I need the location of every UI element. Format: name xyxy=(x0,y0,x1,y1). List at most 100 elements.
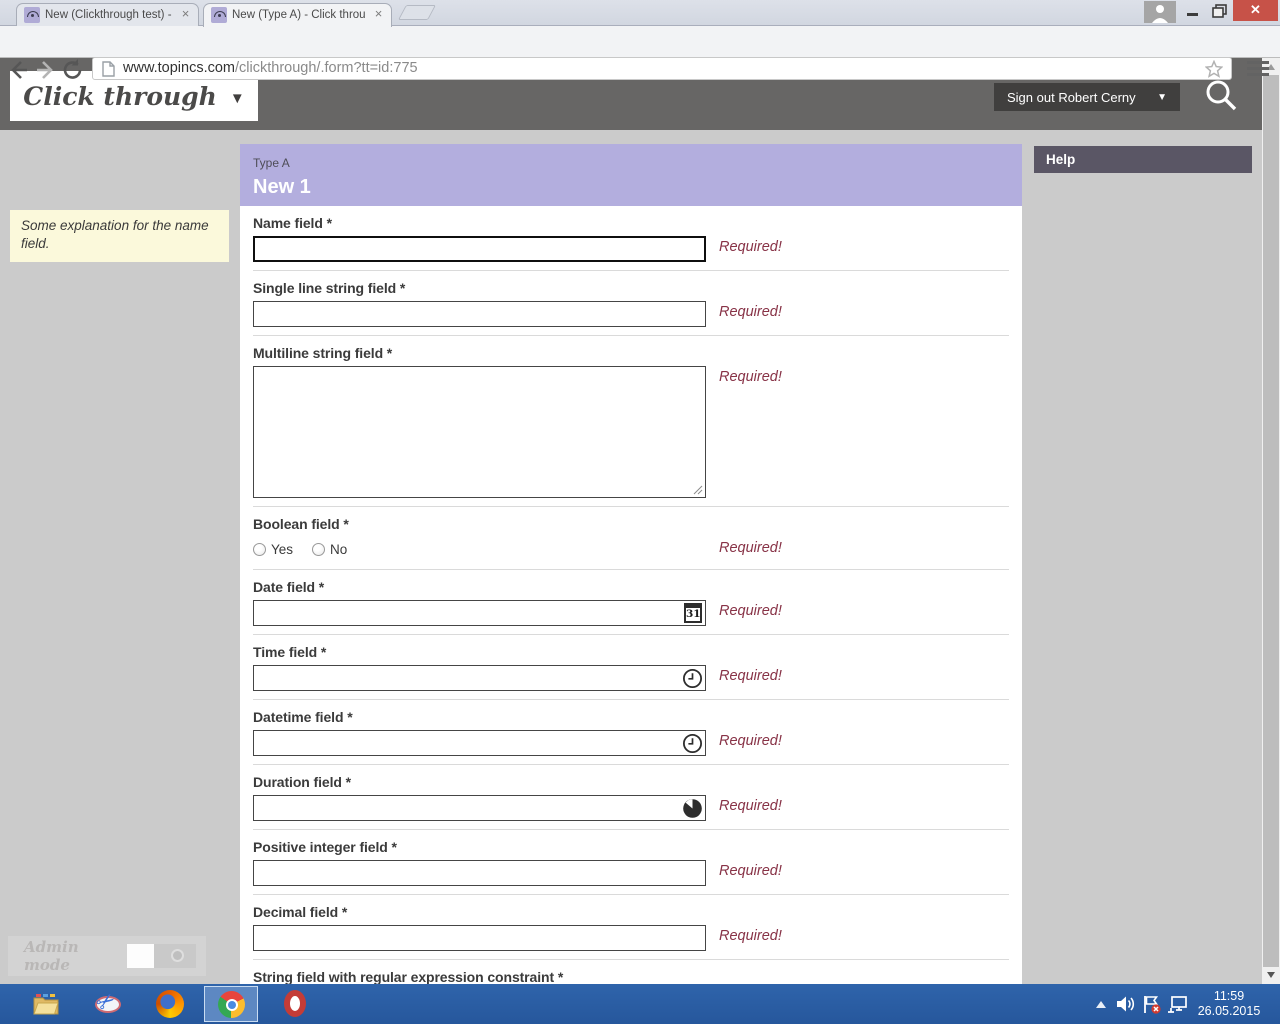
clock-icon[interactable] xyxy=(682,733,703,754)
field-row-positive-integer: Positive integer field * Required! xyxy=(253,830,1009,895)
topincs-favicon xyxy=(24,7,40,23)
forward-icon xyxy=(37,61,53,79)
field-label: Single line string field * xyxy=(253,280,406,296)
field-row-date: Date field * 31 Required! xyxy=(253,570,1009,635)
required-message: Required! xyxy=(719,798,782,814)
forward-button[interactable] xyxy=(33,58,57,82)
chevron-down-icon: ▼ xyxy=(229,89,245,107)
required-message: Required! xyxy=(719,304,782,320)
required-message: Required! xyxy=(719,239,782,255)
time-field-input[interactable] xyxy=(253,665,706,691)
new-tab-button[interactable] xyxy=(398,5,436,20)
name-field-input[interactable] xyxy=(253,236,706,262)
sign-out-button[interactable]: Sign out Robert Cerny ▼ xyxy=(994,83,1180,111)
toggle-knob-icon xyxy=(171,949,184,962)
field-row-multiline-string: Multiline string field * Required! xyxy=(253,336,1009,507)
url-path: /clickthrough/.form?tt=id:775 xyxy=(235,60,418,76)
admin-mode-toggle[interactable] xyxy=(127,944,196,968)
datetime-field-input[interactable] xyxy=(253,730,706,756)
field-label: Boolean field * xyxy=(253,516,349,532)
chrome-taskbar-button-active[interactable] xyxy=(204,986,258,1022)
profile-avatar-button[interactable] xyxy=(1144,1,1176,23)
admin-mode-label: Admin mode xyxy=(24,938,79,974)
taskbar-clock[interactable]: 11:59 26.05.2015 xyxy=(1186,989,1272,1019)
duration-pie-icon[interactable] xyxy=(682,798,703,819)
vertical-scrollbar[interactable] xyxy=(1262,58,1280,984)
field-label: Time field * xyxy=(253,644,327,660)
person-icon xyxy=(1152,5,1168,23)
bookmark-star-icon[interactable] xyxy=(1205,60,1223,78)
browser-toolbar: www.topincs.com/clickthrough/.form?tt=id… xyxy=(0,26,1280,80)
radio-option-yes[interactable]: Yes xyxy=(253,542,293,557)
required-message: Required! xyxy=(719,733,782,749)
form-header: Type A New 1 xyxy=(240,144,1022,206)
date-field-input[interactable] xyxy=(253,600,706,626)
required-message: Required! xyxy=(719,928,782,944)
field-row-boolean: Boolean field * Yes No Required! xyxy=(253,507,1009,570)
radio-option-no[interactable]: No xyxy=(312,542,347,557)
field-row-single-line-string: Single line string field * Required! xyxy=(253,271,1009,336)
required-message: Required! xyxy=(719,668,782,684)
field-label: Positive integer field * xyxy=(253,839,397,855)
firefox-icon[interactable] xyxy=(156,990,184,1018)
back-icon xyxy=(11,61,27,79)
field-label: Name field * xyxy=(253,215,332,231)
field-row-datetime: Datetime field * Required! xyxy=(253,700,1009,765)
minimize-button[interactable] xyxy=(1180,0,1206,21)
required-message: Required! xyxy=(719,863,782,879)
decimal-field-input[interactable] xyxy=(253,925,706,951)
tab-title: New (Clickthrough test) - xyxy=(45,9,172,21)
clock-icon[interactable] xyxy=(682,668,703,689)
windows-taskbar: ✂ 11:59 26.05.2015 xyxy=(0,984,1280,1024)
form-title: New 1 xyxy=(253,176,311,198)
positive-integer-input[interactable] xyxy=(253,860,706,886)
tab-close-icon[interactable]: × xyxy=(371,7,386,22)
network-icon[interactable] xyxy=(1166,995,1188,1014)
file-explorer-icon[interactable] xyxy=(32,990,60,1018)
resize-grip-icon[interactable] xyxy=(693,485,703,495)
field-label: Date field * xyxy=(253,579,325,595)
tab-title: New (Type A) - Click throu xyxy=(232,9,366,21)
field-row-decimal: Decimal field * Required! xyxy=(253,895,1009,960)
radio-button-icon[interactable] xyxy=(253,542,266,556)
field-label: String field with regular expression con… xyxy=(253,969,564,984)
tray-show-hidden-icons[interactable] xyxy=(1096,1001,1106,1008)
form-panel: Type A New 1 Name field * Required! Sing… xyxy=(240,144,1022,984)
restore-button[interactable] xyxy=(1206,0,1233,21)
single-line-string-input[interactable] xyxy=(253,301,706,327)
multiline-string-textarea[interactable] xyxy=(253,366,706,498)
calendar-icon[interactable]: 31 xyxy=(684,603,702,623)
minimize-icon xyxy=(1187,13,1198,16)
tab-type-a-active[interactable]: New (Type A) - Click throu × xyxy=(203,3,392,27)
admin-mode-control: Admin mode xyxy=(8,936,206,976)
opera-icon[interactable] xyxy=(281,990,309,1018)
reload-button[interactable] xyxy=(61,58,85,82)
address-bar[interactable]: www.topincs.com/clickthrough/.form?tt=id… xyxy=(92,57,1232,80)
back-button[interactable] xyxy=(7,58,31,82)
close-button[interactable]: ✕ xyxy=(1233,0,1278,21)
field-label: Decimal field * xyxy=(253,904,348,920)
help-header[interactable]: Help xyxy=(1034,146,1252,173)
field-label: Duration field * xyxy=(253,774,351,790)
volume-icon[interactable] xyxy=(1116,995,1136,1013)
url-domain: www.topincs.com xyxy=(123,60,236,76)
tab-strip: New (Clickthrough test) - × New (Type A)… xyxy=(0,0,1280,27)
browser-menu-button[interactable] xyxy=(1247,61,1269,77)
tab-close-icon[interactable]: × xyxy=(178,7,193,22)
snipping-tool-icon[interactable]: ✂ xyxy=(91,986,122,1018)
action-center-flag-icon[interactable] xyxy=(1142,995,1162,1014)
sign-out-label: Sign out Robert Cerny xyxy=(1007,89,1136,105)
clock-date: 26.05.2015 xyxy=(1197,1004,1261,1018)
scissors-icon: ✂ xyxy=(91,986,121,1018)
radio-button-icon[interactable] xyxy=(312,542,326,556)
url-text: www.topincs.com/clickthrough/.form?tt=id… xyxy=(123,58,418,79)
scrollbar-thumb[interactable] xyxy=(1263,75,1279,967)
search-button[interactable] xyxy=(1202,77,1240,115)
field-row-regex-string: String field with regular expression con… xyxy=(253,960,1009,984)
scroll-down-arrow-icon[interactable] xyxy=(1267,972,1275,978)
chevron-down-icon: ▼ xyxy=(1157,91,1167,103)
reload-icon xyxy=(63,59,82,79)
tab-clickthrough-test[interactable]: New (Clickthrough test) - × xyxy=(16,3,199,26)
duration-field-input[interactable] xyxy=(253,795,706,821)
search-icon xyxy=(1206,80,1237,111)
